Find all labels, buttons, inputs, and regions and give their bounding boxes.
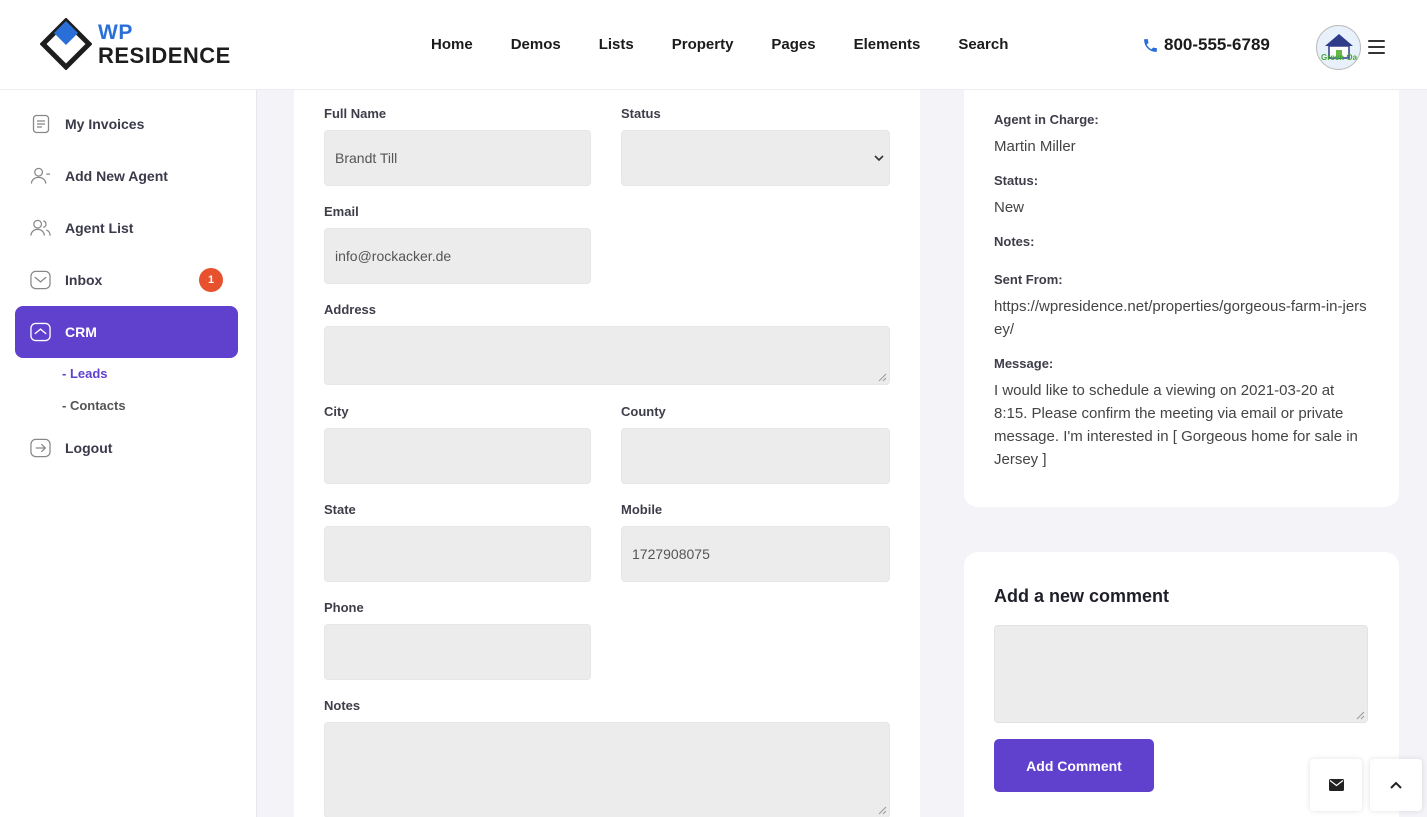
email-field[interactable]: info@rockacker.de	[324, 228, 591, 284]
state-label: State	[324, 502, 356, 517]
house-logo-icon	[1325, 34, 1353, 59]
address-field[interactable]	[324, 326, 890, 385]
sidebar-item-label: My Invoices	[65, 116, 145, 132]
status-label: Status	[621, 106, 661, 121]
sidebar-item-agent-list[interactable]: Agent List	[15, 202, 238, 254]
notes-label: Notes	[324, 698, 361, 713]
avatar-text: Green Oa	[1321, 53, 1358, 62]
add-comment-button[interactable]: Add Comment	[994, 739, 1154, 792]
scroll-top-button[interactable]	[1370, 759, 1422, 811]
resize-handle-icon[interactable]	[878, 806, 887, 815]
header: WP RESIDENCE Home Demos Lists Property P…	[0, 0, 1427, 90]
nav-lists[interactable]: Lists	[599, 36, 634, 53]
avatar[interactable]: Green Oa	[1316, 25, 1361, 70]
comment-textarea[interactable]	[994, 625, 1368, 723]
message-value: I would like to schedule a viewing on 20…	[994, 382, 1358, 468]
address-label: Address	[324, 302, 377, 317]
sidebar: My Invoices Add New Agent Agent List Inb…	[0, 90, 257, 817]
full-name-label: Full Name	[324, 106, 387, 121]
city-field[interactable]	[324, 428, 591, 484]
agent-in-charge-label: Agent in Charge:	[994, 112, 1099, 127]
sidebar-item-label: CRM	[65, 324, 97, 340]
logo-line-1: WP	[98, 20, 133, 44]
nav-demos[interactable]: Demos	[511, 36, 561, 53]
chevron-up-icon	[1390, 781, 1402, 789]
comment-title: Add a new comment	[994, 586, 1170, 606]
nav-search[interactable]: Search	[958, 36, 1008, 53]
sidebar-item-crm[interactable]: CRM	[15, 306, 238, 358]
phone-field[interactable]	[324, 624, 591, 680]
sidebar-item-label: Add New Agent	[65, 168, 168, 184]
logout-icon	[30, 438, 51, 459]
phone-link[interactable]: 800-555-6789	[1142, 35, 1270, 55]
email-label: Email	[324, 204, 359, 219]
chevron-down-icon	[874, 155, 884, 162]
phone-number: 800-555-6789	[1164, 35, 1270, 54]
inbox-count-badge: 1	[199, 268, 223, 292]
phone-label: Phone	[324, 600, 364, 615]
nav-elements[interactable]: Elements	[854, 36, 921, 53]
menu-icon[interactable]	[1368, 40, 1385, 54]
logo-diamond-icon	[40, 18, 92, 70]
main-nav: Home Demos Lists Property Pages Elements…	[431, 36, 1046, 53]
logo[interactable]: WP RESIDENCE	[40, 18, 231, 70]
lead-status-value: New	[994, 199, 1025, 216]
sidebar-item-my-invoices[interactable]: My Invoices	[15, 98, 238, 150]
sent-from-link[interactable]: https://wpresidence.net/properties/gorge…	[994, 295, 1369, 341]
add-user-icon	[30, 166, 51, 187]
lead-notes-label: Notes:	[994, 234, 1035, 249]
nav-home[interactable]: Home	[431, 36, 473, 53]
logo-line-2: RESIDENCE	[98, 42, 231, 68]
resize-handle-icon[interactable]	[878, 373, 887, 382]
email-value: info@rockacker.de	[335, 248, 452, 264]
sidebar-subitem-leads[interactable]: - Leads	[62, 366, 108, 381]
lead-status-label: Status:	[994, 173, 1039, 188]
lead-details-card: Agent in Charge: Martin Miller Status: N…	[964, 70, 1399, 507]
message-label: Message:	[994, 356, 1054, 371]
sidebar-item-add-new-agent[interactable]: Add New Agent	[15, 150, 238, 202]
sidebar-item-inbox[interactable]: Inbox 1	[15, 254, 238, 306]
mobile-value: 1727908075	[632, 546, 710, 562]
status-select[interactable]	[621, 130, 890, 186]
agent-in-charge-value: Martin Miller	[994, 138, 1076, 155]
mail-icon	[30, 270, 51, 291]
mobile-field[interactable]: 1727908075	[621, 526, 890, 582]
state-field[interactable]	[324, 526, 591, 582]
mobile-label: Mobile	[621, 502, 663, 517]
sidebar-subitem-contacts[interactable]: - Contacts	[62, 398, 126, 413]
sidebar-item-label: Logout	[65, 440, 113, 456]
lead-form: Full Name Brandt Till Status Email info@…	[294, 70, 920, 817]
sidebar-item-label: Inbox	[65, 272, 103, 288]
contact-float-button[interactable]	[1310, 759, 1362, 811]
sidebar-item-label: Agent List	[65, 220, 134, 236]
sidebar-item-logout[interactable]: Logout	[15, 422, 238, 474]
county-label: County	[621, 404, 666, 419]
resize-handle-icon[interactable]	[1356, 711, 1365, 720]
phone-icon	[1144, 38, 1157, 52]
full-name-field[interactable]: Brandt Till	[324, 130, 591, 186]
users-icon	[30, 218, 51, 239]
crm-icon	[30, 322, 51, 343]
notes-field[interactable]	[324, 722, 890, 817]
sent-from-label: Sent From:	[994, 272, 1063, 287]
county-field[interactable]	[621, 428, 890, 484]
invoice-icon	[30, 114, 51, 135]
envelope-icon	[1328, 779, 1344, 791]
city-label: City	[324, 404, 349, 419]
nav-property[interactable]: Property	[672, 36, 734, 53]
nav-pages[interactable]: Pages	[771, 36, 815, 53]
full-name-value: Brandt Till	[335, 150, 398, 166]
